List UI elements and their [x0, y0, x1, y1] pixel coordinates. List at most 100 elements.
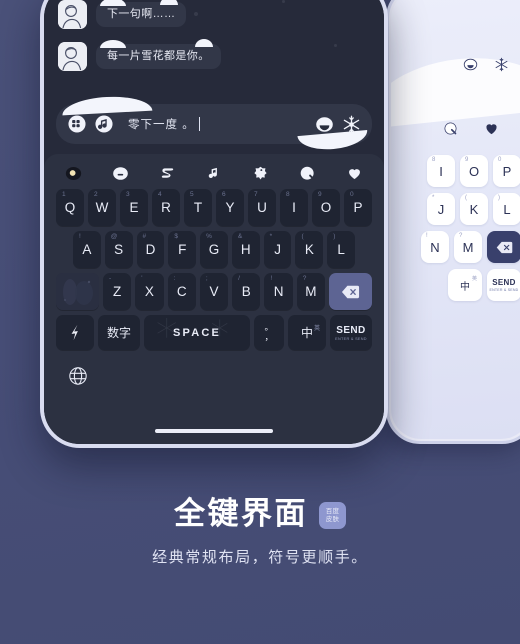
light-key-row-4: 中英 SEND ENTER & SEND [391, 269, 520, 301]
keyboard-toolbar [52, 160, 376, 189]
key-c[interactable]: :C [167, 273, 196, 310]
key-q[interactable]: 1Q [56, 189, 84, 226]
symbol-key[interactable] [56, 315, 94, 350]
key-superscript: ( [301, 233, 304, 240]
key-l[interactable]: ) L [327, 231, 356, 268]
music-note-icon[interactable] [95, 115, 113, 133]
send-key[interactable]: SEND ENTER & SEND [330, 315, 372, 350]
key-label: 中 [300, 326, 313, 340]
key-k[interactable]: (K [295, 231, 324, 268]
key-label: T [193, 200, 203, 215]
person-avatar [58, 0, 87, 29]
key-z[interactable]: -Z [103, 273, 132, 310]
light-key-k[interactable]: (K [460, 193, 488, 225]
backspace-key[interactable] [328, 273, 372, 310]
key-j[interactable]: * J [263, 231, 292, 268]
snow-cap-decoration [100, 0, 126, 6]
key-label: L [337, 242, 345, 257]
key-o[interactable]: 9O [312, 189, 340, 226]
brand-badge: 百度 皮肤 [319, 502, 346, 529]
snow-cap-decoration [100, 40, 126, 48]
key-a[interactable]: ! A [72, 231, 101, 268]
key-label: K [469, 201, 479, 217]
heart-icon[interactable] [346, 165, 363, 182]
key-row-zxcv: -Z ' X :C ; V / B ! N ? M [56, 273, 372, 310]
key-superscript: / [238, 275, 240, 282]
snowflake-icon[interactable] [342, 115, 360, 134]
key-e[interactable]: 3E [120, 189, 148, 226]
key-p[interactable]: 0P [344, 189, 372, 226]
number-mode-key[interactable]: 数字 [98, 315, 140, 350]
light-key-o[interactable]: 9O [460, 155, 488, 187]
key-label: H [240, 242, 251, 257]
key-d[interactable]: # D [136, 231, 165, 268]
light-keyboard-toolbar-row2 [391, 121, 520, 141]
snow-dot [194, 12, 198, 16]
settings-dot-icon[interactable] [65, 165, 82, 182]
key-label: J [274, 242, 281, 257]
dark-phone-screen: 下一句啊…… 每一片雪花都是你。 零下一度 。 1 Q 2 W 3 E 4 R … [44, 0, 384, 444]
keyboard-key-rows: 1Q 2W 3E 4R 5T 6Y 7U 8I 9O 0P ! A @ S # … [52, 189, 376, 350]
key-superscript: 9 [318, 191, 322, 198]
space-key[interactable]: SPACE [144, 315, 250, 350]
light-send-key[interactable]: SEND ENTER & SEND [487, 269, 520, 301]
key-label: O [320, 200, 332, 215]
key-w[interactable]: 2W [88, 189, 116, 226]
key-v[interactable]: ; V [199, 273, 229, 310]
light-backspace-key[interactable] [487, 231, 520, 263]
key-y[interactable]: 6Y [216, 189, 244, 226]
key-r[interactable]: 4R [152, 189, 180, 226]
key-superscript: * [432, 195, 435, 201]
keyboard-panel: 1Q 2W 3E 4R 5T 6Y 7U 8I 9O 0P ! A @ S # … [44, 154, 384, 444]
key-x[interactable]: ' X [135, 273, 164, 310]
emoji-face-icon[interactable] [315, 115, 333, 133]
punctuation-key[interactable]: 。， [254, 315, 284, 350]
emoji-face-icon[interactable] [463, 57, 478, 72]
clipboard-icon[interactable] [159, 165, 176, 182]
light-key-m[interactable]: ? M [454, 231, 482, 263]
key-g[interactable]: % G [200, 231, 228, 268]
key-label: V [209, 284, 219, 299]
key-m[interactable]: ? M [296, 273, 325, 310]
light-lang-toggle-key[interactable]: 中英 [448, 269, 482, 301]
key-label: 中 [460, 281, 470, 293]
key-n[interactable]: ! N [264, 273, 293, 310]
key-label: I [292, 200, 296, 215]
light-key-row-2: * J (K ) L [391, 193, 520, 225]
keyboard-grid-icon[interactable] [68, 115, 86, 133]
moon-icon[interactable] [299, 165, 316, 182]
key-label: N [273, 284, 284, 299]
globe-icon[interactable] [68, 366, 88, 391]
light-key-l[interactable]: ) L [493, 193, 520, 225]
snow-dot [334, 44, 337, 47]
key-label: Q [64, 200, 76, 215]
lang-toggle-key[interactable]: 中英 [288, 315, 326, 350]
key-i[interactable]: 8I [280, 189, 308, 226]
light-key-i[interactable]: 8I [427, 155, 455, 187]
key-superscript: ! [426, 233, 428, 239]
chat-message-row: 下一句啊…… [58, 0, 370, 29]
key-label: J [437, 201, 445, 217]
key-f[interactable]: $ F [168, 231, 197, 268]
heart-icon[interactable] [484, 121, 499, 141]
promo-caption: 全键界面 百度 皮肤 经典常规布局，符号更顺手。 [0, 498, 520, 567]
light-key-n[interactable]: ! N [421, 231, 449, 263]
message-input-bar[interactable]: 零下一度 。 [56, 94, 372, 153]
light-key-j[interactable]: * J [427, 193, 455, 225]
key-h[interactable]: & H [231, 231, 260, 268]
music-note-icon[interactable] [205, 165, 222, 182]
emoji-face-icon[interactable] [112, 165, 129, 182]
key-superscript: 6 [222, 191, 226, 198]
key-t[interactable]: 5T [184, 189, 212, 226]
key-label: 。 [264, 322, 274, 332]
snowflake-icon[interactable] [494, 57, 509, 72]
key-s[interactable]: @ S [104, 231, 133, 268]
key-superscript: ) [333, 233, 336, 240]
key-u[interactable]: 7U [248, 189, 276, 226]
moon-icon[interactable] [443, 121, 458, 141]
key-b[interactable]: / B [232, 273, 261, 310]
input-text: 零下一度 。 [122, 116, 306, 132]
light-key-p[interactable]: 0P [493, 155, 520, 187]
flower-icon[interactable] [252, 165, 269, 182]
shift-key[interactable] [56, 273, 100, 310]
